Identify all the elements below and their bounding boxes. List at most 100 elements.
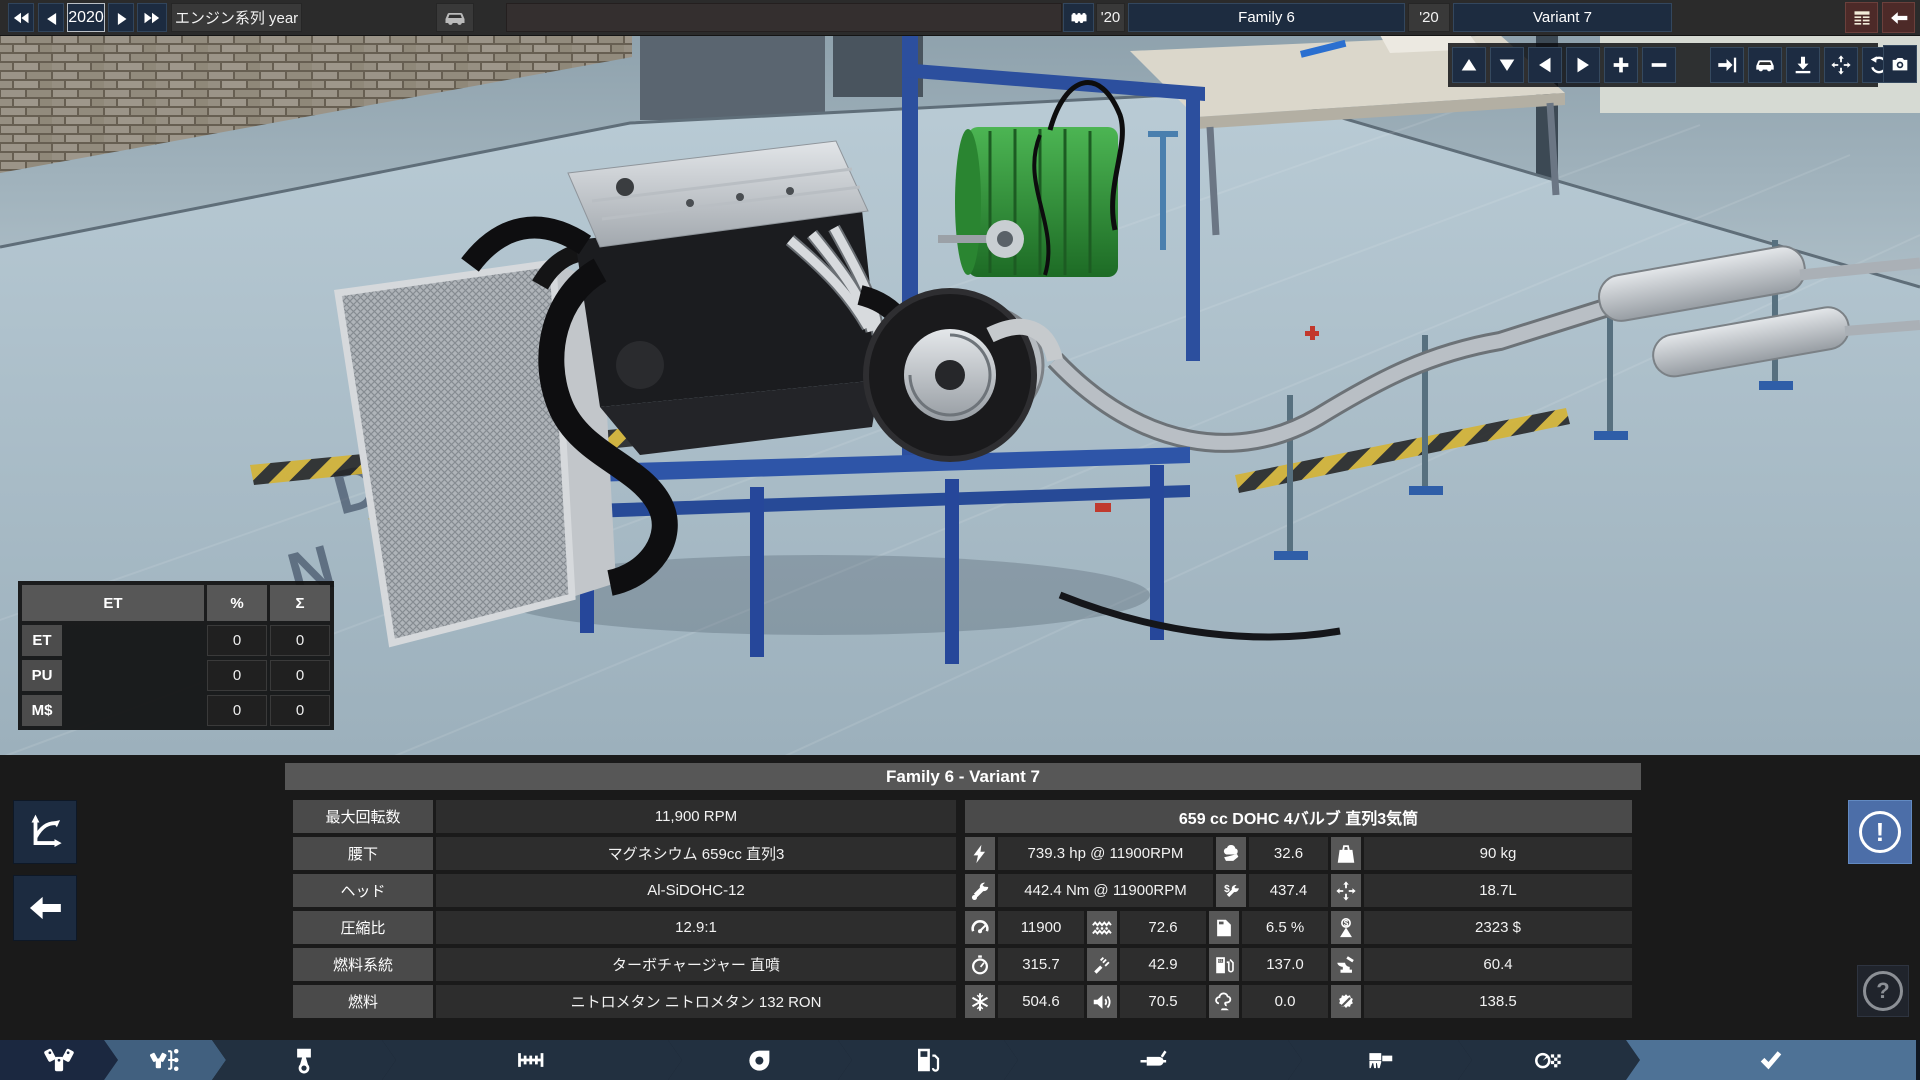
- car-view-button[interactable]: [1748, 47, 1782, 83]
- stat-value: 2323 $: [1364, 911, 1632, 944]
- stat-row: 1190072.66.5 %$2323 $: [965, 911, 1632, 944]
- engine-specs-table: 最大回転数11,900 RPM 腰下マグネシウム 659cc 直列3 ヘッドAl-S…: [293, 800, 956, 1022]
- table-icon: [1852, 8, 1872, 28]
- photo-mode-button[interactable]: [1883, 45, 1917, 83]
- power-icon: [965, 837, 995, 870]
- knock-icon: [1087, 948, 1117, 981]
- data-sheet-button[interactable]: [1845, 2, 1878, 33]
- tab-finish[interactable]: [1626, 1040, 1916, 1080]
- cost-table-row: M$00: [22, 695, 330, 726]
- spec-label: 燃料系統: [293, 948, 433, 981]
- smoothness-icon: [1216, 837, 1246, 870]
- turbo-tab-icon: [745, 1045, 775, 1075]
- stat-value: 60.4: [1364, 948, 1632, 981]
- tab-top-end[interactable]: [1288, 1040, 1472, 1080]
- variant-selector[interactable]: Variant 7: [1453, 3, 1672, 32]
- tab-aspiration[interactable]: [668, 1040, 852, 1080]
- wall-cabinet: [640, 35, 825, 120]
- tab-crankshaft[interactable]: [382, 1040, 682, 1080]
- spec-row: 最大回転数11,900 RPM: [293, 800, 956, 833]
- engine-title: Family 6 - Variant 7: [285, 763, 1641, 790]
- stat-row: 315.742.991137.060.4: [965, 948, 1632, 981]
- spec-value: ニトロメタン ニトロメタン 132 RON: [436, 985, 956, 1018]
- camera-right-button[interactable]: [1566, 47, 1600, 83]
- spec-row: ヘッドAl-SiDOHC-12: [293, 874, 956, 907]
- crank-balance-icon: [1087, 911, 1117, 944]
- tab-bottom-end[interactable]: [212, 1040, 396, 1080]
- svg-text:$: $: [1344, 918, 1349, 927]
- pan-camera-button[interactable]: [1824, 47, 1858, 83]
- designer-tab-bar: [0, 1040, 1920, 1080]
- year-rewind-button[interactable]: [8, 3, 34, 32]
- rewind-icon: [12, 9, 30, 27]
- cost-pct-cell: 0: [207, 625, 267, 656]
- camera-up-button[interactable]: [1452, 47, 1486, 83]
- crankshaft-tab-icon: [517, 1045, 547, 1075]
- camera-left-button[interactable]: [1528, 47, 1562, 83]
- year-ff-button[interactable]: [137, 3, 167, 32]
- cost-pct-cell: 0: [207, 660, 267, 691]
- cost-row-label: ET: [22, 625, 62, 656]
- repair-cost-icon: $: [1216, 874, 1246, 907]
- spec-label: 圧縮比: [293, 911, 433, 944]
- cost-sum-cell: 0: [270, 660, 330, 691]
- snap-view-button[interactable]: [1710, 47, 1744, 83]
- warnings-button[interactable]: !: [1848, 800, 1912, 864]
- test-tab-icon: [1534, 1045, 1564, 1075]
- tab-exhaust[interactable]: [1004, 1040, 1302, 1080]
- dyno-graph-button[interactable]: [13, 800, 77, 864]
- cost-row-label: M$: [22, 695, 62, 726]
- brush-tab-icon: [1365, 1045, 1395, 1075]
- dimensions-icon: [1331, 874, 1361, 907]
- tab-engine-family[interactable]: [0, 1040, 118, 1080]
- year-prev-button[interactable]: [38, 3, 64, 32]
- engine-config-header: 659 cc DOHC 4バルブ 直列3気筒: [965, 800, 1632, 833]
- stat-value: 42.9: [1120, 948, 1206, 981]
- fuel-economy-icon: [1209, 911, 1239, 944]
- tab-engine-series-year[interactable]: エンジン系列 year: [171, 3, 302, 32]
- fast-forward-icon: [143, 9, 161, 27]
- tab-testing[interactable]: [1458, 1040, 1640, 1080]
- spec-value: Al-SiDOHC-12: [436, 874, 956, 907]
- svg-text:91: 91: [1218, 959, 1222, 963]
- engine-manager-button[interactable]: [1063, 3, 1094, 32]
- camera-icon: [1889, 53, 1911, 75]
- engine-variant-icon: [150, 1045, 180, 1075]
- search-field[interactable]: [506, 3, 1062, 32]
- car-mode-button[interactable]: [436, 3, 474, 32]
- year-next-button[interactable]: [108, 3, 134, 32]
- camera-down-button[interactable]: [1490, 47, 1524, 83]
- engine-stats-panel: Family 6 - Variant 7 最大回転数11,900 RPM 腰下マグ…: [0, 755, 1920, 1040]
- header-sigma: Σ: [270, 585, 330, 621]
- spec-row: 腰下マグネシウム 659cc 直列3: [293, 837, 956, 870]
- camera-toolbar: [1448, 43, 1878, 87]
- stat-value: 0.0: [1242, 985, 1328, 1018]
- engine-3d-viewport[interactable]: D A N: [0, 35, 1920, 755]
- cost-table-header: ET % Σ: [22, 585, 330, 621]
- stat-value: 504.6: [998, 985, 1084, 1018]
- ground-view-button[interactable]: [1786, 47, 1820, 83]
- tab-fuel-system[interactable]: [838, 1040, 1018, 1080]
- help-button[interactable]: ?: [1857, 965, 1909, 1017]
- car-icon: [443, 6, 467, 30]
- stat-value: 11900: [998, 911, 1084, 944]
- check-tab-icon: [1756, 1045, 1786, 1075]
- spec-label: 燃料: [293, 985, 433, 1018]
- back-button[interactable]: [13, 875, 77, 941]
- stat-row: 442.4 Nm @ 11900RPM$437.418.7L: [965, 874, 1632, 907]
- family-selector[interactable]: Family 6: [1128, 3, 1405, 32]
- stat-row: 504.670.50.0138.5: [965, 985, 1632, 1018]
- stat-value: 315.7: [998, 948, 1084, 981]
- year-display[interactable]: 2020: [67, 3, 105, 32]
- tab-engine-variant[interactable]: [104, 1040, 226, 1080]
- spec-row: 圧縮比12.9:1: [293, 911, 956, 944]
- top-back-button[interactable]: [1882, 2, 1915, 33]
- zoom-out-button[interactable]: [1642, 47, 1676, 83]
- header-pct: %: [207, 585, 267, 621]
- zoom-in-button[interactable]: [1604, 47, 1638, 83]
- octane-pump-icon: 91: [1209, 948, 1239, 981]
- cost-sum-cell: 0: [270, 625, 330, 656]
- speaker-icon: [1087, 985, 1117, 1018]
- cost-pct-cell: 0: [207, 695, 267, 726]
- spec-value: マグネシウム 659cc 直列3: [436, 837, 956, 870]
